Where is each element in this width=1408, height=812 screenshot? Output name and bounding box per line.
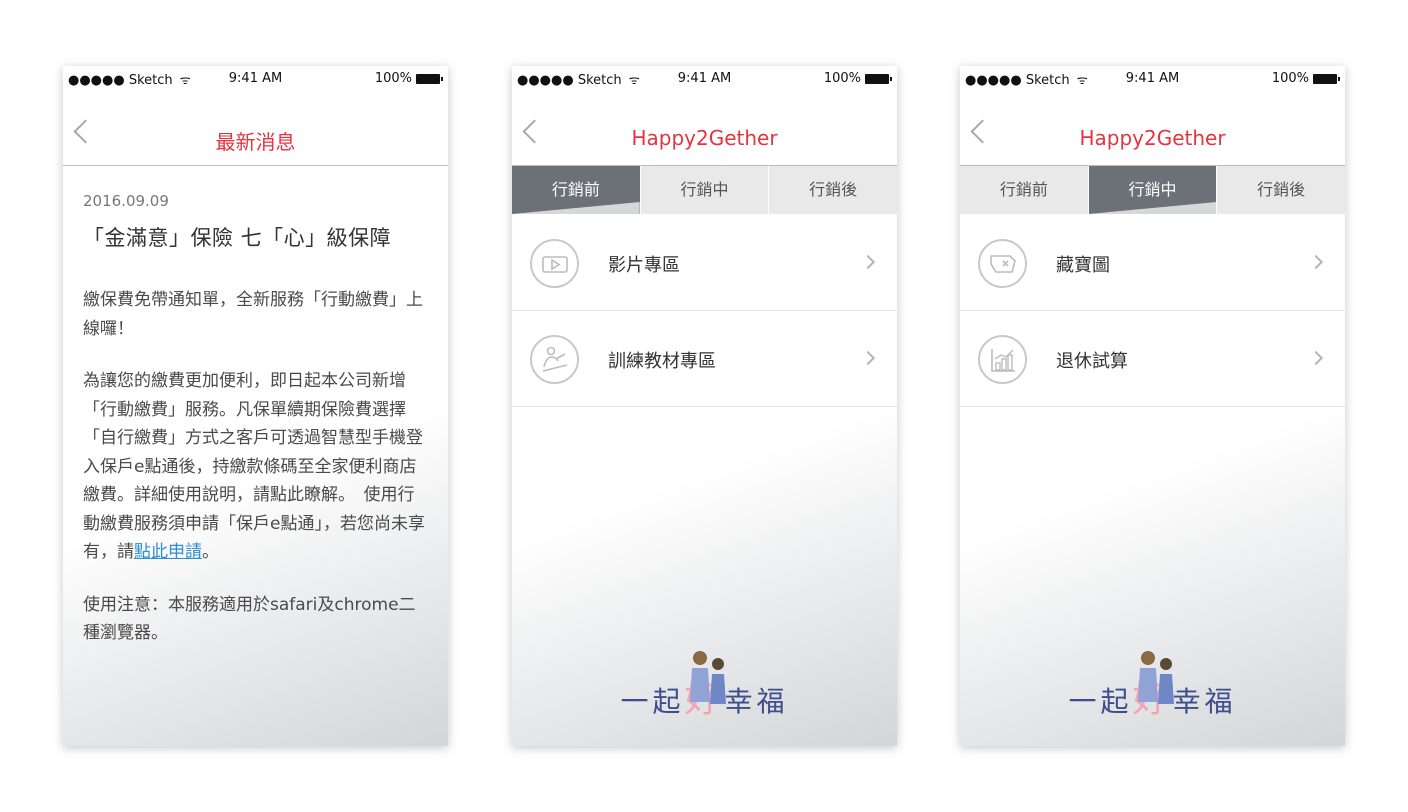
training-icon (530, 335, 579, 384)
tab-bar: 行銷前 行銷中 行銷後 (960, 166, 1345, 214)
tab-after[interactable]: 行銷後 (769, 166, 897, 214)
tab-during[interactable]: 行銷中 (1088, 166, 1218, 214)
nav-bar: 最新消息 (63, 90, 448, 166)
nav-bar: Happy2Gether (960, 90, 1345, 166)
item-label: 藏寶圖 (1056, 255, 1110, 276)
page-title: 最新消息 (215, 130, 296, 154)
battery-label: 100% (823, 71, 861, 86)
chart-icon (978, 335, 1027, 384)
page-title: Happy2Gether (631, 126, 778, 150)
menu-list: 藏寶圖 退休試算 (960, 215, 1345, 407)
battery-icon (416, 73, 443, 84)
menu-list: 影片專區 訓練教材專區 (512, 215, 897, 407)
item-label: 訓練教材專區 (608, 351, 716, 372)
list-item-training[interactable]: 訓練教材專區 (512, 311, 897, 407)
couple-illustration-icon (1138, 651, 1174, 704)
article-paragraph-1: 繳保費免帶通知單，全新服務「行動繳費」上線囉！ (83, 290, 423, 339)
battery-icon (865, 73, 892, 84)
item-label: 影片專區 (608, 255, 680, 276)
status-bar: ●●●●● Sketch ᯤ 9:41 AM 100% (960, 66, 1345, 90)
chevron-right-icon (1308, 254, 1324, 270)
nav-bar: Happy2Gether (512, 90, 897, 166)
article-headline: 「金滿意」保險 七「心」級保障 (83, 226, 392, 250)
battery-icon (1313, 73, 1340, 84)
list-item-treasure-map[interactable]: 藏寶圖 (960, 215, 1345, 311)
tab-before[interactable]: 行銷前 (960, 166, 1089, 214)
article-paragraph-2: 為讓您的繳費更加便利，即日起本公司新增「行動繳費」服務。凡保單續期保險費選擇「自… (83, 371, 425, 562)
chevron-right-icon (860, 254, 876, 270)
phone-marketing-during-screen: ●●●●● Sketch ᯤ 9:41 AM 100% Happy2Gether… (960, 66, 1345, 746)
tab-during[interactable]: 行銷中 (641, 166, 770, 214)
battery-label: 100% (1271, 71, 1309, 86)
tab-bar: 行銷前 行銷中 行銷後 (512, 166, 897, 214)
article-date: 2016.09.09 (83, 192, 169, 210)
battery-label: 100% (374, 71, 412, 86)
status-bar: ●●●●● Sketch ᯤ 9:41 AM 100% (63, 66, 448, 90)
apply-link[interactable]: 點此申請 (134, 542, 202, 562)
tab-before[interactable]: 行銷前 (512, 166, 641, 214)
page-title: Happy2Gether (1079, 126, 1226, 150)
tab-after[interactable]: 行銷後 (1217, 166, 1345, 214)
chevron-right-icon (1308, 350, 1324, 366)
article-paragraph-3: 使用注意：本服務適用於safari及chrome二種瀏覽器。 (83, 594, 416, 644)
couple-illustration-icon (690, 651, 726, 704)
article: 2016.09.09 「金滿意」保險 七「心」級保障 繳保費免帶通知單，全新服務… (83, 166, 430, 648)
treasure-map-icon (978, 239, 1027, 288)
list-item-retirement-calc[interactable]: 退休試算 (960, 311, 1345, 407)
item-label: 退休試算 (1056, 351, 1128, 372)
brand-logo: 一起好幸福 (960, 646, 1345, 720)
video-icon (530, 239, 579, 288)
status-bar: ●●●●● Sketch ᯤ 9:41 AM 100% (512, 66, 897, 90)
phone-marketing-before-screen: ●●●●● Sketch ᯤ 9:41 AM 100% Happy2Gether… (512, 66, 897, 746)
brand-logo: 一起好幸福 (512, 646, 897, 720)
list-item-video[interactable]: 影片專區 (512, 215, 897, 311)
chevron-right-icon (860, 350, 876, 366)
phone-news-screen: ●●●●● Sketch ᯤ 9:41 AM 100% 最新消息 2016.09… (63, 66, 448, 746)
